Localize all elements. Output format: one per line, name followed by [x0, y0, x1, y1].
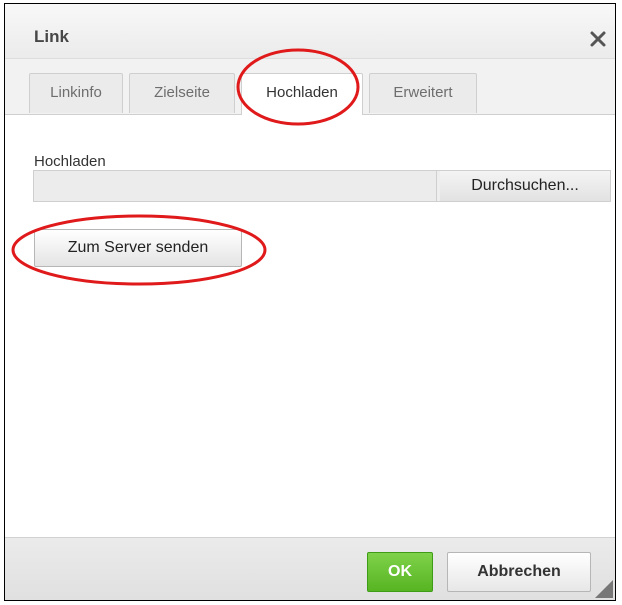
tab-strip: Linkinfo Zielseite Hochladen Erweitert	[5, 59, 615, 115]
upload-label: Hochladen	[34, 153, 106, 170]
cancel-button[interactable]: Abbrechen	[447, 552, 591, 592]
tab-erweitert[interactable]: Erweitert	[369, 73, 477, 113]
tab-hochladen[interactable]: Hochladen	[241, 73, 363, 115]
tab-zielseite[interactable]: Zielseite	[129, 73, 235, 113]
browse-button[interactable]: Durchsuchen...	[440, 171, 610, 201]
tab-linkinfo[interactable]: Linkinfo	[29, 73, 123, 113]
link-dialog: Link Linkinfo Zielseite Hochladen Erweit…	[4, 3, 616, 601]
file-upload-field: Durchsuchen...	[33, 170, 611, 202]
ok-button[interactable]: OK	[367, 552, 433, 592]
dialog-title: Link	[34, 27, 69, 46]
dialog-titlebar[interactable]: Link	[5, 4, 615, 59]
file-path-input[interactable]	[34, 171, 437, 201]
send-to-server-button[interactable]: Zum Server senden	[34, 229, 242, 267]
resize-grip-icon[interactable]	[595, 580, 613, 598]
dialog-footer: OK Abbrechen	[5, 537, 615, 600]
close-icon[interactable]	[587, 28, 609, 50]
dialog-body: Hochladen Durchsuchen... Zum Server send…	[5, 115, 615, 538]
